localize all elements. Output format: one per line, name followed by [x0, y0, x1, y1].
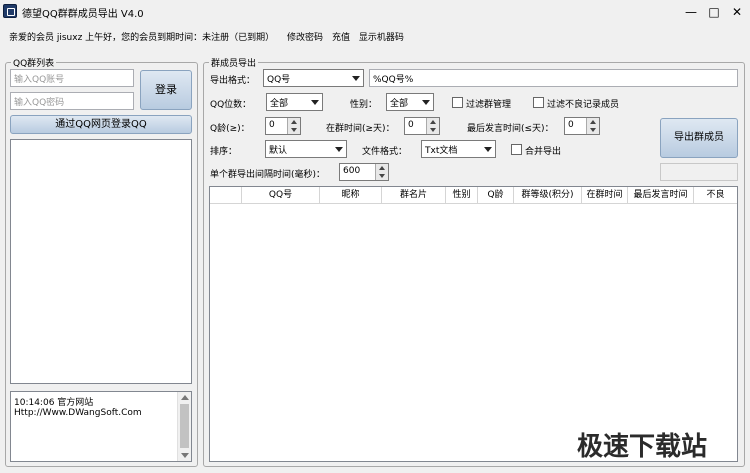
- gender-label: 性别：: [350, 100, 378, 110]
- minimize-button[interactable]: —: [680, 3, 702, 21]
- filter-bad-label: 过滤不良记录成员: [547, 100, 620, 110]
- window-title: 德望QQ群群成员导出 V4.0: [22, 9, 144, 20]
- table-header-in-group-time[interactable]: 在群时间: [582, 187, 628, 204]
- qq-age-spinner[interactable]: 0: [265, 117, 301, 135]
- menu-bar: 亲爱的会员 jisuxz 上午好，您的会员到期时间：未注册（已到期） 修改密码 …: [9, 30, 410, 43]
- file-format-select[interactable]: Txt文档: [421, 140, 496, 158]
- app-icon: [3, 4, 17, 18]
- change-password-link[interactable]: 修改密码: [287, 33, 323, 43]
- spinner-arrows-icon[interactable]: [375, 164, 388, 180]
- qq-digits-select[interactable]: 全部: [266, 93, 323, 111]
- spinner-arrows-icon[interactable]: [287, 118, 300, 134]
- filter-admin-checkbox[interactable]: [452, 97, 463, 108]
- export-members-button[interactable]: 导出群成员: [660, 118, 738, 158]
- member-greeting: 亲爱的会员 jisuxz 上午好，您的会员到期时间：未注册（已到期）: [9, 33, 275, 43]
- spinner-arrows-icon[interactable]: [426, 118, 439, 134]
- export-format-select[interactable]: QQ号: [263, 69, 364, 87]
- chevron-down-icon: [352, 76, 360, 81]
- file-format-label: 文件格式：: [362, 147, 408, 157]
- close-button[interactable]: ✕: [726, 3, 748, 21]
- export-template-input[interactable]: %QQ号%: [369, 69, 738, 87]
- login-button[interactable]: 登录: [140, 70, 192, 110]
- table-header-nickname[interactable]: 昵称: [320, 187, 382, 204]
- show-machine-code-link[interactable]: 显示机器码: [359, 33, 404, 43]
- sort-label: 排序：: [210, 147, 238, 157]
- web-login-button[interactable]: 通过QQ网页登录QQ: [10, 115, 192, 134]
- chevron-down-icon: [422, 100, 430, 105]
- qq-group-list[interactable]: [10, 139, 192, 384]
- log-line: Http://Www.DWangSoft.Com: [14, 408, 142, 418]
- in-group-time-label: 在群时间(≥天)：: [326, 124, 395, 134]
- interval-value: 600: [343, 166, 361, 176]
- in-group-time-value: 0: [408, 120, 414, 130]
- scroll-up-icon[interactable]: [181, 395, 189, 400]
- scroll-thumb[interactable]: [180, 404, 189, 448]
- site-watermark: 极速下载站: [577, 432, 708, 462]
- gender-value: 全部: [390, 99, 409, 109]
- in-group-time-spinner[interactable]: 0: [404, 117, 440, 135]
- maximize-button[interactable]: □: [703, 3, 725, 21]
- chevron-down-icon: [484, 147, 492, 152]
- spinner-arrows-icon[interactable]: [586, 118, 599, 134]
- sort-select[interactable]: 默认: [265, 140, 347, 158]
- log-box[interactable]: 10:14:06 官方网站 Http://Www.DWangSoft.Com: [10, 391, 192, 462]
- gender-select[interactable]: 全部: [386, 93, 434, 111]
- interval-label: 单个群导出间隔时间(毫秒)：: [210, 170, 326, 180]
- merge-export-checkbox[interactable]: [511, 144, 522, 155]
- qq-age-value: 0: [269, 120, 275, 130]
- log-scrollbar[interactable]: [177, 392, 191, 461]
- recharge-link[interactable]: 充值: [332, 33, 350, 43]
- table-header-group-card[interactable]: 群名片: [382, 187, 446, 204]
- title-bar: 德望QQ群群成员导出 V4.0 — □ ✕: [0, 0, 750, 24]
- file-format-value: Txt文档: [425, 146, 458, 156]
- log-line: 10:14:06 官方网站: [14, 398, 94, 408]
- interval-spinner[interactable]: 600: [339, 163, 389, 181]
- table-header-bad[interactable]: 不良: [694, 187, 737, 204]
- table-header-gender[interactable]: 性别: [446, 187, 478, 204]
- table-header-qq[interactable]: QQ号: [242, 187, 320, 204]
- chevron-down-icon: [335, 147, 343, 152]
- filter-bad-checkbox[interactable]: [533, 97, 544, 108]
- last-speak-value: 0: [568, 120, 574, 130]
- table-header-qq-age[interactable]: Q龄: [478, 187, 514, 204]
- qq-group-list-title: QQ群列表: [11, 56, 57, 69]
- last-speak-label: 最后发言时间(≤天)：: [467, 124, 554, 134]
- member-export-title: 群成员导出: [209, 56, 259, 69]
- qq-digits-value: 全部: [270, 99, 289, 109]
- member-table[interactable]: QQ号 昵称 群名片 性别 Q龄 群等级(积分) 在群时间 最后发言时间 不良: [209, 186, 738, 462]
- export-format-value: QQ号: [267, 75, 291, 85]
- sort-value: 默认: [269, 146, 288, 156]
- filter-admin-label: 过滤群管理: [466, 100, 512, 110]
- merge-export-label: 合并导出: [525, 147, 562, 157]
- scroll-down-icon[interactable]: [181, 453, 189, 458]
- last-speak-spinner[interactable]: 0: [564, 117, 600, 135]
- export-format-label: 导出格式：: [210, 76, 256, 86]
- progress-bar: [660, 163, 738, 181]
- qq-age-label: Q龄(≥)：: [210, 124, 250, 134]
- qq-digits-label: QQ位数：: [210, 100, 252, 110]
- qq-account-input[interactable]: 输入QQ账号: [10, 69, 134, 87]
- table-header-last-speak[interactable]: 最后发言时间: [628, 187, 694, 204]
- table-header-check[interactable]: [210, 187, 242, 204]
- table-header-group-level[interactable]: 群等级(积分): [514, 187, 582, 204]
- qq-password-input[interactable]: 输入QQ密码: [10, 92, 134, 110]
- chevron-down-icon: [311, 100, 319, 105]
